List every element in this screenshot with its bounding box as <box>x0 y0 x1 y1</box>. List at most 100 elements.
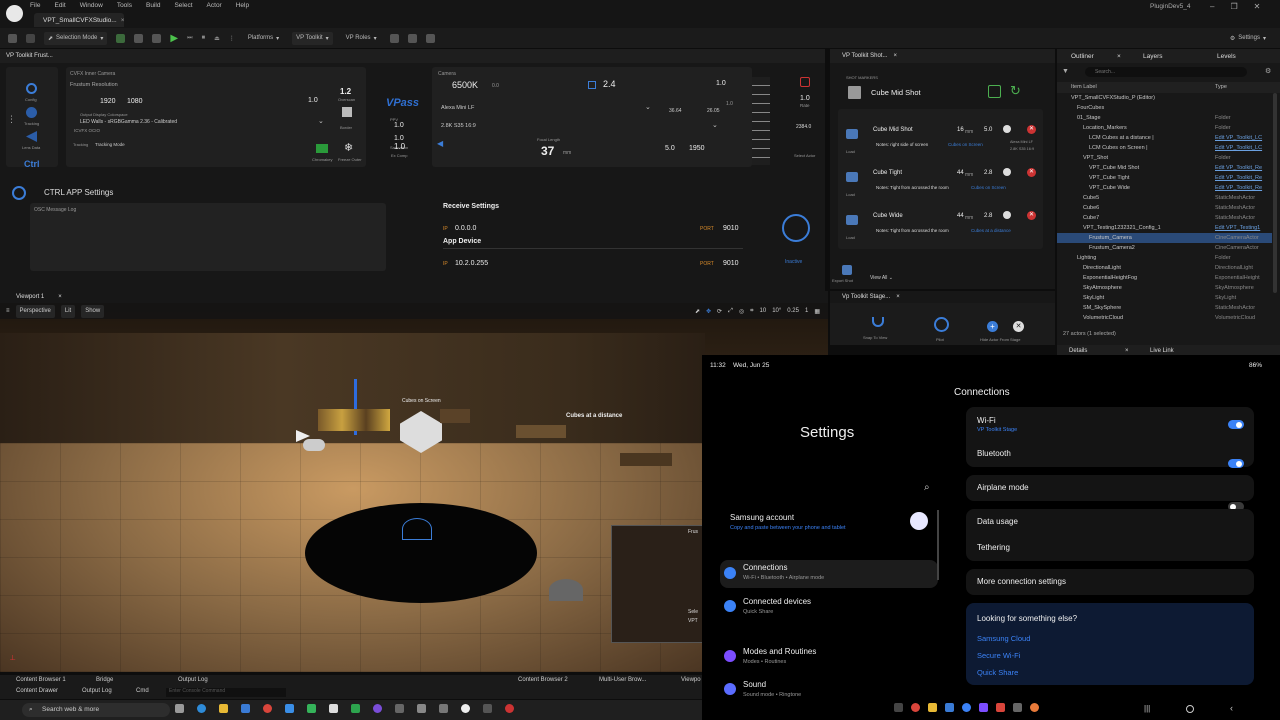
close-icon[interactable]: × <box>893 53 897 59</box>
tab-details[interactable]: Details <box>1069 348 1087 354</box>
data-usage-label[interactable]: Data usage <box>977 517 1018 526</box>
outliner-row[interactable]: Lighting Folder <box>1057 253 1272 263</box>
receive-port-value[interactable]: 9010 <box>723 225 739 232</box>
outliner-row[interactable]: VPT_Cube Tight Edit VP_Toolkit_Re <box>1057 173 1272 183</box>
outliner-row[interactable]: DirectionalLight DirectionalLight <box>1057 263 1272 273</box>
save-icon[interactable] <box>8 33 17 43</box>
white-balance-value[interactable]: 6500K <box>452 80 478 90</box>
outliner-row[interactable]: VPT_Cube Mid Shot Edit VP_Toolkit_Re <box>1057 163 1272 173</box>
recents-icon[interactable]: ||| <box>1144 704 1150 713</box>
device-port-value[interactable]: 9010 <box>723 260 739 267</box>
outliner-row[interactable]: SkyLight SkyLight <box>1057 293 1272 303</box>
outliner-row[interactable]: LCM Cubes at a distance | Edit VP_Toolkit… <box>1057 133 1272 143</box>
menu-build[interactable]: Build <box>146 2 160 9</box>
cube-row-far[interactable] <box>516 425 566 438</box>
connected-devices-title[interactable]: Connected devices <box>743 597 811 606</box>
more-connection-settings[interactable]: More connection settings <box>977 577 1066 586</box>
viewport-tab[interactable]: Viewport 1 <box>16 294 44 300</box>
menu-help[interactable]: Help <box>236 2 249 9</box>
device-ip-value[interactable]: 10.2.0.255 <box>455 260 488 267</box>
snowflake-icon[interactable]: ❄ <box>344 141 353 154</box>
outliner-row[interactable]: Location_Markers Folder <box>1057 123 1272 133</box>
menu-select[interactable]: Select <box>174 2 192 9</box>
sensor-height[interactable]: 26.05 <box>707 108 720 114</box>
delete-icon[interactable]: ✕ <box>1027 125 1036 134</box>
outliner-row[interactable]: SM_SkySphere StaticMeshActor <box>1057 303 1272 313</box>
receive-ip-value[interactable]: 0.0.0.0 <box>455 225 476 232</box>
menu-tools[interactable]: Tools <box>117 2 132 9</box>
led-icon[interactable] <box>402 518 432 540</box>
outliner-row-type[interactable]: Edit VP_Toolkit_LC <box>1215 135 1262 141</box>
store-icon[interactable] <box>241 704 250 713</box>
level-tab[interactable]: VPT_SmallCVFXStudio... × <box>34 13 125 27</box>
vp-roles-button[interactable]: VP Roles ▾ <box>342 32 381 45</box>
stop-icon[interactable]: ■ <box>202 35 206 41</box>
load-shot-button-2[interactable] <box>846 172 858 182</box>
outliner-row-type[interactable]: Edit VP_Toolkit_LC <box>1215 145 1262 151</box>
view-all-dropdown[interactable]: View All ⌄ <box>870 275 893 281</box>
minimize-icon[interactable]: – <box>1210 2 1214 11</box>
task-view-icon[interactable] <box>175 704 184 713</box>
cinematics-icon[interactable] <box>152 33 162 43</box>
camera-body-select[interactable]: Alexa Mini LF <box>441 105 474 111</box>
render-icon[interactable] <box>425 33 435 43</box>
back-icon[interactable]: ‹ <box>1230 703 1233 713</box>
adaptive-value[interactable]: 1.0 <box>308 97 318 104</box>
outliner-row[interactable]: Frustum_Camera CineCameraActor <box>1057 233 1272 243</box>
layout-icon[interactable]: ▦ <box>814 308 820 315</box>
menu-file[interactable]: File <box>30 2 40 9</box>
cube-row-near[interactable] <box>318 409 390 431</box>
calendar-icon[interactable] <box>945 703 954 712</box>
app-icon[interactable] <box>483 704 492 713</box>
outliner-row[interactable]: ExponentialHeightFog ExponentialHeight <box>1057 273 1272 283</box>
light-icon[interactable] <box>549 579 583 601</box>
scale-icon[interactable]: ⤢ <box>728 308 733 315</box>
tab-multi-user[interactable]: Multi-User Brow... <box>599 677 646 683</box>
folder-icon[interactable] <box>928 703 937 712</box>
app-icon[interactable] <box>439 704 448 713</box>
outliner-row[interactable]: SkyAtmosphere SkyAtmosphere <box>1057 283 1272 293</box>
resolution-width[interactable]: 1920 <box>100 98 116 105</box>
status-ring[interactable] <box>782 214 810 242</box>
colorspace-dropdown-icon[interactable]: ⌄ <box>318 117 324 125</box>
taskbar-search[interactable]: ⌕ Search web & more <box>22 703 170 717</box>
settings-button[interactable]: ⚙ Settings ▾ <box>1226 32 1270 45</box>
vp-toolkit-button[interactable]: VP Toolkit ▾ <box>292 31 333 45</box>
selection-mode-button[interactable]: ⬈ Selection Mode ▾ <box>44 31 108 45</box>
cube-row-mid[interactable] <box>440 409 470 423</box>
unreal-taskbar-icon[interactable] <box>461 704 470 713</box>
iso-value[interactable]: 1.0 <box>716 80 726 87</box>
camera-app-icon[interactable] <box>996 703 1005 712</box>
perspective-button[interactable]: Perspective <box>15 304 55 318</box>
modes-routines-title[interactable]: Modes and Routines <box>743 647 816 656</box>
outliner-row[interactable]: VPT_SmallCVFXStudio_P (Editor) <box>1057 93 1272 103</box>
export-shot-icon[interactable] <box>842 265 852 275</box>
unreal-logo-icon[interactable] <box>6 5 23 22</box>
hamburger-icon[interactable]: ≡ <box>6 308 10 314</box>
add-icon[interactable]: + <box>987 321 998 332</box>
tint-value[interactable]: 0.0 <box>492 83 499 89</box>
link-secure-wifi[interactable]: Secure Wi-Fi <box>977 651 1020 660</box>
refresh-icon[interactable]: ↻ <box>1010 83 1021 99</box>
tab-output-log[interactable]: Output Log <box>178 677 208 683</box>
multi-user-icon[interactable] <box>389 33 399 43</box>
outliner-row[interactable]: VPT_Cube Wide Edit VP_Toolkit_Re <box>1057 183 1272 193</box>
red-app-icon[interactable] <box>505 704 514 713</box>
search-icon[interactable]: ⌕ <box>924 482 930 493</box>
overscan-value[interactable]: 1.2 <box>340 87 351 96</box>
maximize-icon[interactable]: ❐ <box>1230 2 1237 11</box>
chevron-down-icon[interactable]: ⌄ <box>712 121 718 129</box>
shot-location-link[interactable]: Cubes at a distance <box>971 228 1011 233</box>
camera-icon[interactable] <box>1003 168 1011 176</box>
outliner-row[interactable]: 01_Stage Folder <box>1057 113 1272 123</box>
more-icon[interactable]: ⋮ <box>229 35 235 42</box>
outliner-row[interactable]: Cube5 StaticMeshActor <box>1057 193 1272 203</box>
tracking-mode-value[interactable]: Tracking Mode <box>95 142 125 147</box>
app-grid-icon[interactable] <box>894 703 903 712</box>
chrome-icon[interactable] <box>263 704 272 713</box>
scale-snap-value[interactable]: 0.25 <box>787 308 799 314</box>
outliner-row[interactable]: Frustum_Camera2 CineCameraActor <box>1057 243 1272 253</box>
home-icon[interactable] <box>1186 705 1194 713</box>
chevron-down-icon[interactable]: ⌄ <box>645 103 651 111</box>
grid-snap-value[interactable]: 10 <box>760 308 767 314</box>
